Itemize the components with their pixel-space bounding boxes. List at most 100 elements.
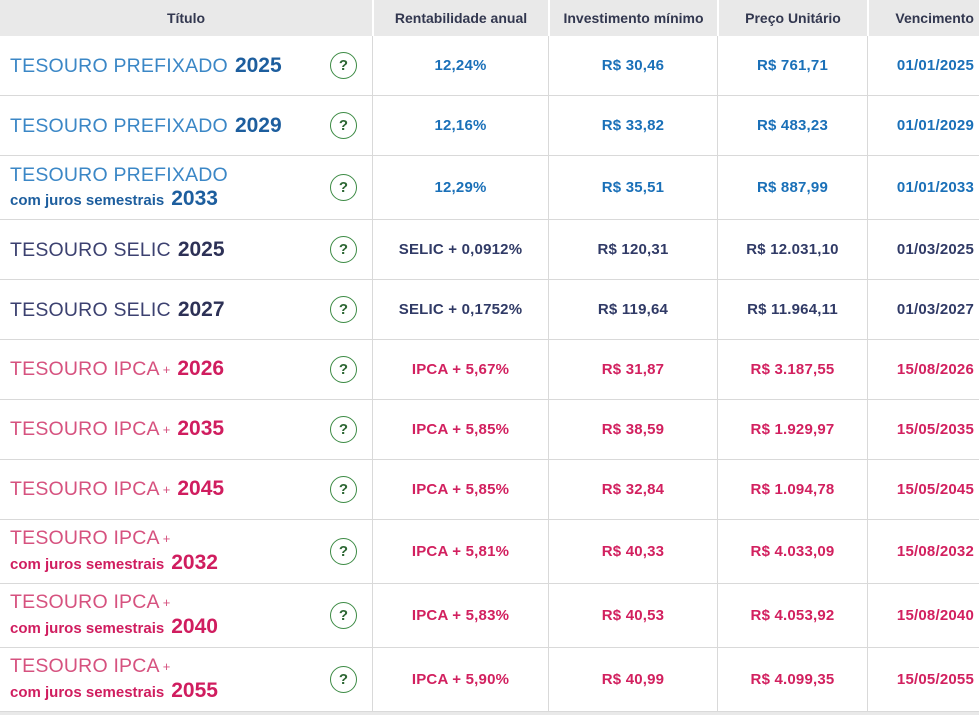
- help-icon[interactable]: ?: [330, 602, 357, 629]
- min-investment-cell: R$ 38,59: [548, 400, 717, 459]
- annual-rate-cell: IPCA + 5,81%: [372, 520, 548, 583]
- column-header-rentabilidade: Rentabilidade anual: [372, 0, 548, 36]
- help-icon[interactable]: ?: [330, 112, 357, 139]
- bond-title-cell: TESOURO IPCA +2035 ?: [0, 400, 372, 459]
- plus-superscript: +: [162, 482, 171, 497]
- help-icon[interactable]: ?: [330, 666, 357, 693]
- bond-year: 2040: [171, 615, 218, 638]
- bond-year: 2026: [177, 357, 225, 380]
- plus-superscript: +: [162, 595, 171, 610]
- help-icon[interactable]: ?: [330, 296, 357, 323]
- bond-subtitle: com juros semestrais: [10, 684, 165, 701]
- bond-year: 2025: [234, 53, 282, 77]
- bond-name: TESOURO PREFIXADO: [10, 54, 228, 77]
- maturity-cell: 15/05/2055: [867, 648, 979, 711]
- bond-title-line1: TESOURO SELIC 2027: [10, 298, 225, 322]
- maturity-cell: 01/01/2033: [867, 156, 979, 219]
- unit-price-cell: R$ 761,71: [717, 36, 867, 95]
- unit-price-cell: R$ 1.094,78: [717, 460, 867, 519]
- bond-title: TESOURO PREFIXADO 2029: [10, 114, 282, 138]
- bond-title-line1: TESOURO IPCA +2035: [10, 417, 224, 442]
- help-icon[interactable]: ?: [330, 538, 357, 565]
- bond-title: TESOURO IPCA +2045: [10, 477, 224, 502]
- bond-title-line2: com juros semestrais 2032: [10, 551, 218, 576]
- bond-name: TESOURO SELIC: [10, 298, 171, 321]
- unit-price-cell: R$ 4.099,35: [717, 648, 867, 711]
- bond-subtitle: com juros semestrais: [10, 191, 165, 209]
- bond-title: TESOURO IPCA + com juros semestrais 2040: [10, 591, 218, 640]
- bond-title-line1: TESOURO PREFIXADO 2025: [10, 54, 282, 78]
- bond-title: TESOURO PREFIXADO 2025: [10, 54, 282, 78]
- bond-row: TESOURO IPCA +2035 ? IPCA + 5,85% R$ 38,5…: [0, 400, 979, 460]
- annual-rate-cell: 12,16%: [372, 96, 548, 155]
- help-icon[interactable]: ?: [330, 356, 357, 383]
- bond-title: TESOURO IPCA + com juros semestrais 2055: [10, 655, 218, 704]
- bond-title-line2: com juros semestrais 2040: [10, 615, 218, 640]
- annual-rate-cell: 12,29%: [372, 156, 548, 219]
- min-investment-cell: R$ 33,82: [548, 96, 717, 155]
- min-investment-cell: R$ 40,53: [548, 584, 717, 647]
- bond-title-cell: TESOURO PREFIXADO 2029 ?: [0, 96, 372, 155]
- bond-row: TESOURO PREFIXADO 2025 ? 12,24% R$ 30,46 …: [0, 36, 979, 96]
- bond-title-cell: TESOURO IPCA + com juros semestrais 2032 ?: [0, 520, 372, 583]
- min-investment-cell: R$ 35,51: [548, 156, 717, 219]
- bond-subtitle: com juros semestrais: [10, 556, 165, 573]
- bond-row: TESOURO PREFIXADO 2029 ? 12,16% R$ 33,82 …: [0, 96, 979, 156]
- unit-price-cell: R$ 12.031,10: [717, 220, 867, 279]
- unit-price-cell: R$ 4.053,92: [717, 584, 867, 647]
- bond-title-line2: com juros semestrais 2033: [10, 187, 228, 212]
- bond-row: TESOURO IPCA + com juros semestrais 2040 ?…: [0, 584, 979, 648]
- min-investment-cell: R$ 120,31: [548, 220, 717, 279]
- help-icon[interactable]: ?: [330, 416, 357, 443]
- maturity-cell: 15/08/2040: [867, 584, 979, 647]
- bond-title-cell: TESOURO IPCA +2045 ?: [0, 460, 372, 519]
- maturity-cell: 01/03/2025: [867, 220, 979, 279]
- bond-year: 2035: [177, 417, 225, 440]
- bond-title-cell: TESOURO IPCA + com juros semestrais 2055 ?: [0, 648, 372, 711]
- annual-rate-cell: 12,24%: [372, 36, 548, 95]
- bond-title-line1: TESOURO IPCA +: [10, 655, 218, 679]
- maturity-cell: 15/08/2026: [867, 340, 979, 399]
- bond-title-line2: com juros semestrais 2055: [10, 679, 218, 704]
- bond-subtitle: com juros semestrais: [10, 620, 165, 637]
- bond-row: TESOURO IPCA + com juros semestrais 2032 ?…: [0, 520, 979, 584]
- maturity-cell: 15/05/2045: [867, 460, 979, 519]
- bond-title-line1: TESOURO PREFIXADO 2029: [10, 114, 282, 138]
- help-icon[interactable]: ?: [330, 52, 357, 79]
- bond-title-line1: TESOURO IPCA +2026: [10, 357, 224, 382]
- bond-name: TESOURO IPCA: [10, 358, 160, 380]
- bond-year: 2033: [171, 186, 218, 210]
- help-icon[interactable]: ?: [330, 174, 357, 201]
- bond-title: TESOURO IPCA + com juros semestrais 2032: [10, 527, 218, 576]
- bond-row: TESOURO IPCA +2026 ? IPCA + 5,67% R$ 31,8…: [0, 340, 979, 400]
- min-investment-cell: R$ 40,33: [548, 520, 717, 583]
- bond-title-cell: TESOURO SELIC 2027 ?: [0, 280, 372, 339]
- min-investment-cell: R$ 32,84: [548, 460, 717, 519]
- bond-name: TESOURO IPCA: [10, 591, 160, 613]
- bond-title: TESOURO PREFIXADO com juros semestrais 20…: [10, 164, 228, 212]
- column-header-preco-unitario: Preço Unitário: [717, 0, 867, 36]
- unit-price-cell: R$ 1.929,97: [717, 400, 867, 459]
- annual-rate-cell: IPCA + 5,83%: [372, 584, 548, 647]
- bond-year: 2027: [177, 297, 225, 321]
- help-icon[interactable]: ?: [330, 236, 357, 263]
- plus-superscript: +: [162, 422, 171, 437]
- column-header-vencimento: Vencimento: [867, 0, 979, 36]
- min-investment-cell: R$ 30,46: [548, 36, 717, 95]
- min-investment-cell: R$ 31,87: [548, 340, 717, 399]
- annual-rate-cell: SELIC + 0,0912%: [372, 220, 548, 279]
- bond-year: 2032: [171, 551, 218, 574]
- help-icon[interactable]: ?: [330, 476, 357, 503]
- bond-title-cell: TESOURO IPCA +2026 ?: [0, 340, 372, 399]
- bond-year: 2029: [234, 113, 282, 137]
- bond-name: TESOURO PREFIXADO: [10, 114, 228, 137]
- bond-year: 2025: [177, 237, 225, 261]
- maturity-cell: 15/08/2032: [867, 520, 979, 583]
- bond-title-line1: TESOURO IPCA +: [10, 527, 218, 551]
- maturity-cell: 01/03/2027: [867, 280, 979, 339]
- annual-rate-cell: IPCA + 5,90%: [372, 648, 548, 711]
- bond-name: TESOURO IPCA: [10, 655, 160, 677]
- annual-rate-cell: IPCA + 5,85%: [372, 460, 548, 519]
- annual-rate-cell: SELIC + 0,1752%: [372, 280, 548, 339]
- plus-superscript: +: [162, 362, 171, 377]
